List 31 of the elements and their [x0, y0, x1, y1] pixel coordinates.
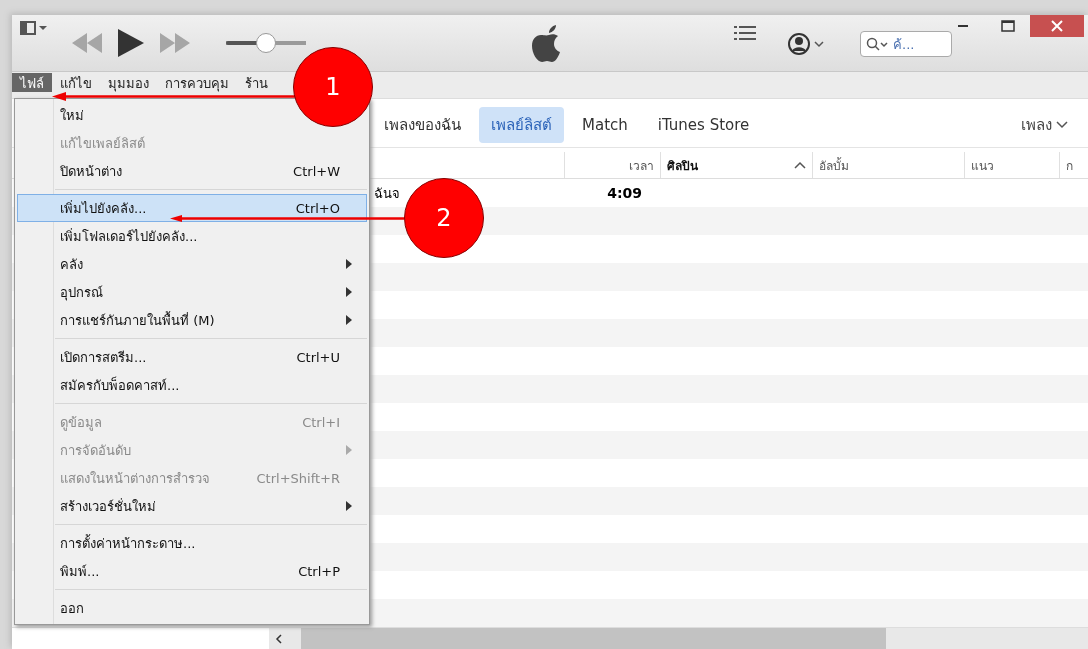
menu-item[interactable]: พิมพ์... Ctrl+P	[17, 557, 367, 585]
menu-bar-item[interactable]: มุมมอง	[100, 73, 157, 93]
menu-item[interactable]: เพิ่มไปยังคลัง... Ctrl+O	[17, 194, 367, 222]
menu-item[interactable]: เปิดการสตรีม... Ctrl+U	[17, 343, 367, 371]
tab[interactable]: iTunes Store	[645, 110, 762, 140]
menu-item[interactable]: อุปกรณ์	[17, 278, 367, 306]
menu-item[interactable]: ใหม่	[17, 101, 105, 129]
column-header[interactable]: อัลบั้ม	[811, 152, 964, 178]
table-cell-text: 4:09	[606, 185, 642, 201]
menu-bar-item[interactable]: แก้ไข	[52, 73, 100, 93]
column-header[interactable]: เวลา	[564, 152, 660, 178]
column-header[interactable]: แนว	[963, 152, 1059, 178]
view-dropdown[interactable]: เพลง	[1015, 112, 1074, 138]
menu-item[interactable]: คลัง	[17, 250, 367, 278]
tab[interactable]: เพลย์ลิสต์	[479, 107, 564, 143]
menu-item[interactable]: สร้างเวอร์ชั่นใหม่	[17, 492, 367, 520]
menu-item[interactable]: สมัครกับพ็อดคาสท์...	[17, 371, 201, 399]
menu-bar-item[interactable]: การควบคุม	[157, 73, 237, 93]
column-header[interactable]: ก	[1058, 152, 1088, 178]
tab[interactable]: เพลงของฉัน	[372, 107, 473, 143]
menu-item[interactable]: การแชร์กันภายในพื้นที่ (M)	[17, 306, 367, 334]
search-field[interactable]: ค้...	[860, 31, 952, 57]
menu-item[interactable]: การตั้งค่าหน้ากระดาษ...	[17, 529, 217, 557]
menu-bar-item[interactable]: ร้าน	[237, 73, 276, 93]
menu-item[interactable]: เพิ่มโฟลเดอร์ไปยังคลัง...	[17, 222, 219, 250]
menu-bar-item[interactable]: ไฟล์	[12, 73, 52, 93]
table-cell-text: ฉันจ	[374, 184, 401, 203]
menu-item[interactable]: ปิดหน้าต่าง Ctrl+W	[17, 157, 367, 185]
tab[interactable]: Match	[570, 110, 640, 140]
column-header[interactable]: ศิลปิน	[659, 152, 812, 178]
menu-item[interactable]: ออก	[17, 594, 105, 622]
